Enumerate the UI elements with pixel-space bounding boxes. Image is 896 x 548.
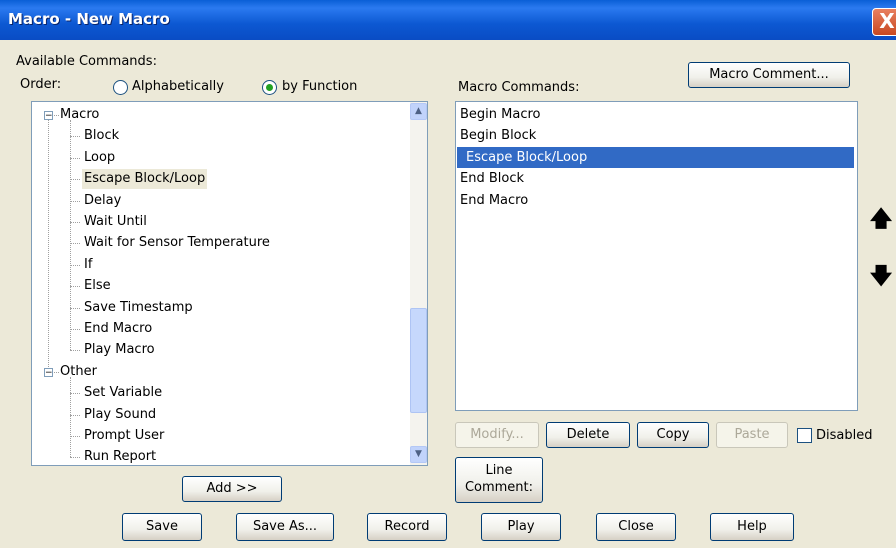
add-button[interactable]: Add >> <box>182 476 282 502</box>
move-down-icon[interactable]: 🡇 <box>866 262 896 292</box>
tree-group-label: Other <box>60 363 97 379</box>
save-button[interactable]: Save <box>122 513 202 541</box>
tree-connector <box>70 329 80 330</box>
tree-connector <box>70 157 80 159</box>
tree-connector <box>70 243 80 245</box>
line-comment-label-line2: Comment: <box>464 480 534 495</box>
delete-button[interactable]: Delete <box>546 422 630 448</box>
disabled-checkbox[interactable] <box>797 428 812 443</box>
close-button[interactable]: Close <box>596 513 676 541</box>
disabled-label[interactable]: Disabled <box>816 428 872 443</box>
order-alphabetically-radio[interactable] <box>113 80 128 95</box>
tree-item-label: If <box>84 256 93 272</box>
macro-dialog: Macro - New Macro X Available Commands: … <box>0 0 896 548</box>
tree-branch-line <box>70 376 71 458</box>
macro-command-label: End Block <box>460 171 524 187</box>
scroll-up-icon[interactable]: ▲ <box>410 103 427 120</box>
modify-button[interactable]: Modify... <box>455 422 539 448</box>
available-commands-tree[interactable]: ▲ ▼ − Macro Block Loop Escape Block/Loop Dela… <box>31 101 428 466</box>
paste-button[interactable]: Paste <box>716 422 788 448</box>
tree-item-label: Prompt User <box>84 428 165 443</box>
tree-item-label: Save Timestamp <box>84 299 193 315</box>
tree-item-label: Loop <box>84 149 116 165</box>
order-label: Order: <box>20 77 62 92</box>
tree-connector <box>70 436 80 437</box>
tree-item-label: Wait Until <box>84 214 147 229</box>
help-button[interactable]: Help <box>710 513 794 541</box>
copy-button[interactable]: Copy <box>637 422 709 448</box>
macro-command-label: Begin Macro <box>460 107 541 122</box>
tree-item-label: Play Macro <box>84 342 155 358</box>
tree-connector <box>70 264 80 266</box>
macro-commands-label: Macro Commands: <box>458 80 580 95</box>
line-comment-label-line1: Line <box>485 463 513 478</box>
tree-item-label: Run Report <box>84 449 157 465</box>
macro-command-label: Begin Block <box>460 128 537 144</box>
tree-connector <box>70 222 80 223</box>
window-title: Macro - New Macro <box>8 10 170 28</box>
tree-item-label: Else <box>84 278 111 294</box>
tree-item-label: Delay <box>84 192 122 208</box>
tree-connector <box>70 179 80 181</box>
tree-connector <box>70 393 80 395</box>
tree-item-label: Wait for Sensor Temperature <box>84 235 270 251</box>
order-by-function-radio[interactable] <box>262 80 277 95</box>
tree-branch-line <box>70 120 71 351</box>
macro-command-row[interactable]: End Macro <box>457 190 854 211</box>
macro-comment-button[interactable]: Macro Comment... <box>688 62 850 88</box>
tree-connector <box>70 307 80 309</box>
tree-item-label: Play Sound <box>84 406 157 422</box>
tree-item-label: Escape Block/Loop <box>82 169 208 190</box>
tree-item-label: End Macro <box>84 321 153 336</box>
tree-item-label: Block <box>84 128 120 144</box>
tree-connector <box>70 350 80 352</box>
title-bar[interactable]: Macro - New Macro X <box>0 0 896 40</box>
macro-command-row[interactable]: Begin Macro <box>457 104 854 125</box>
macro-commands-list[interactable]: Begin Macro Begin Block Escape Block/Loop E… <box>455 101 858 411</box>
scroll-thumb[interactable] <box>410 308 427 413</box>
tree-connector <box>70 414 80 416</box>
tree-connector <box>70 200 80 202</box>
macro-command-row[interactable]: Begin Block <box>457 125 854 146</box>
collapse-icon[interactable]: − <box>44 367 53 377</box>
tree-item-label: Set Variable <box>84 385 163 401</box>
move-up-icon[interactable]: 🡅 <box>866 205 896 235</box>
order-by-function-label[interactable]: by Function <box>282 79 357 94</box>
line-comment-button[interactable]: Line Comment: <box>455 457 543 503</box>
save-as-button[interactable]: Save As... <box>236 513 334 541</box>
tree-connector <box>70 457 80 459</box>
play-button[interactable]: Play <box>481 513 561 541</box>
order-alphabetically-label[interactable]: Alphabetically <box>132 79 224 94</box>
available-commands-label: Available Commands: <box>16 54 157 69</box>
macro-command-label: Escape Block/Loop <box>466 149 588 165</box>
close-icon: X <box>879 9 895 33</box>
record-button[interactable]: Record <box>367 513 447 541</box>
scroll-down-icon[interactable]: ▼ <box>410 446 427 463</box>
macro-command-row[interactable]: Escape Block/Loop <box>457 146 854 168</box>
tree-scrollbar[interactable]: ▲ ▼ <box>410 102 427 465</box>
close-window-button[interactable]: X <box>872 8 896 36</box>
tree-root-line <box>48 120 49 367</box>
collapse-icon[interactable]: − <box>44 111 53 121</box>
tree-group-label: Macro <box>60 107 100 122</box>
tree-connector <box>70 286 80 288</box>
tree-connector <box>70 136 80 138</box>
macro-command-row[interactable]: End Block <box>457 168 854 189</box>
radio-selected-indicator <box>266 84 273 91</box>
macro-command-label: End Macro <box>460 192 529 208</box>
